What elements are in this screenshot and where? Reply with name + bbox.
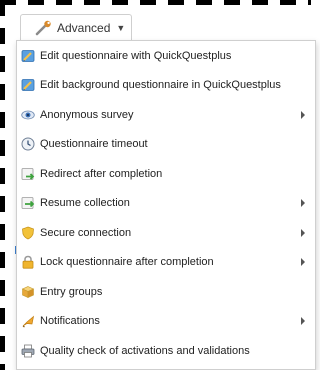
menu-item-entry-groups[interactable]: Entry groups xyxy=(17,277,315,307)
menu-item-secure-connection[interactable]: Secure connection xyxy=(17,218,315,248)
megaphone-icon xyxy=(21,314,35,328)
menu-item-label: Quality check of activations and validat… xyxy=(40,344,250,357)
wrench-icon xyxy=(35,20,53,36)
advanced-label: Advanced xyxy=(57,21,111,35)
menu-item-anonymous-survey[interactable]: Anonymous survey xyxy=(17,100,315,130)
menu-item-label: Anonymous survey xyxy=(40,108,134,121)
menu-item-edit-background-questionnaire[interactable]: Edit background questionnaire in QuickQu… xyxy=(17,71,315,101)
menu-item-label: Redirect after completion xyxy=(40,167,163,180)
advanced-dropdown-button[interactable]: Advanced ▼ xyxy=(20,14,132,41)
submenu-arrow-icon xyxy=(301,110,305,119)
submenu-arrow-icon xyxy=(301,258,305,267)
menu-item-label: Edit background questionnaire in QuickQu… xyxy=(40,79,281,92)
screenshot-canvas: Advanced ▼ Edit questionnaire with Quick… xyxy=(0,0,316,370)
menu-item-label: Notifications xyxy=(40,315,100,328)
menu-item-label: Resume collection xyxy=(40,197,130,210)
menu-item-redirect-after-completion[interactable]: Redirect after completion xyxy=(17,159,315,189)
menu-item-label: Questionnaire timeout xyxy=(40,138,148,151)
boxes-icon xyxy=(21,285,35,299)
menu-item-quality-check[interactable]: Quality check of activations and validat… xyxy=(17,336,315,366)
menu-item-label: Entry groups xyxy=(40,285,103,298)
submenu-arrow-icon xyxy=(301,228,305,237)
dashed-outline-left xyxy=(0,0,5,370)
dashed-outline-top xyxy=(0,0,311,5)
edit-questionnaire-icon xyxy=(21,49,35,63)
menu-item-notifications[interactable]: Notifications xyxy=(17,307,315,337)
menu-item-label: Edit questionnaire with QuickQuestplus xyxy=(40,49,232,62)
chevron-down-icon: ▼ xyxy=(116,23,126,33)
menu-item-edit-questionnaire[interactable]: Edit questionnaire with QuickQuestplus xyxy=(17,41,315,71)
submenu-arrow-icon xyxy=(301,317,305,326)
menu-item-resume-collection[interactable]: Resume collection xyxy=(17,189,315,219)
menu-item-label: Secure connection xyxy=(40,226,132,239)
clock-icon xyxy=(21,137,35,151)
lock-icon xyxy=(21,255,35,269)
submenu-arrow-icon xyxy=(301,199,305,208)
resume-icon xyxy=(21,196,35,210)
menu-item-label: Lock questionnaire after completion xyxy=(40,256,214,269)
shield-icon xyxy=(21,226,35,240)
menu-item-lock-questionnaire[interactable]: Lock questionnaire after completion xyxy=(17,248,315,278)
eye-icon xyxy=(21,108,35,122)
menu-item-questionnaire-timeout[interactable]: Questionnaire timeout xyxy=(17,130,315,160)
printer-icon xyxy=(21,344,35,358)
edit-questionnaire-icon xyxy=(21,78,35,92)
advanced-menu: Edit questionnaire with QuickQuestplus E… xyxy=(16,40,316,370)
redirect-icon xyxy=(21,167,35,181)
